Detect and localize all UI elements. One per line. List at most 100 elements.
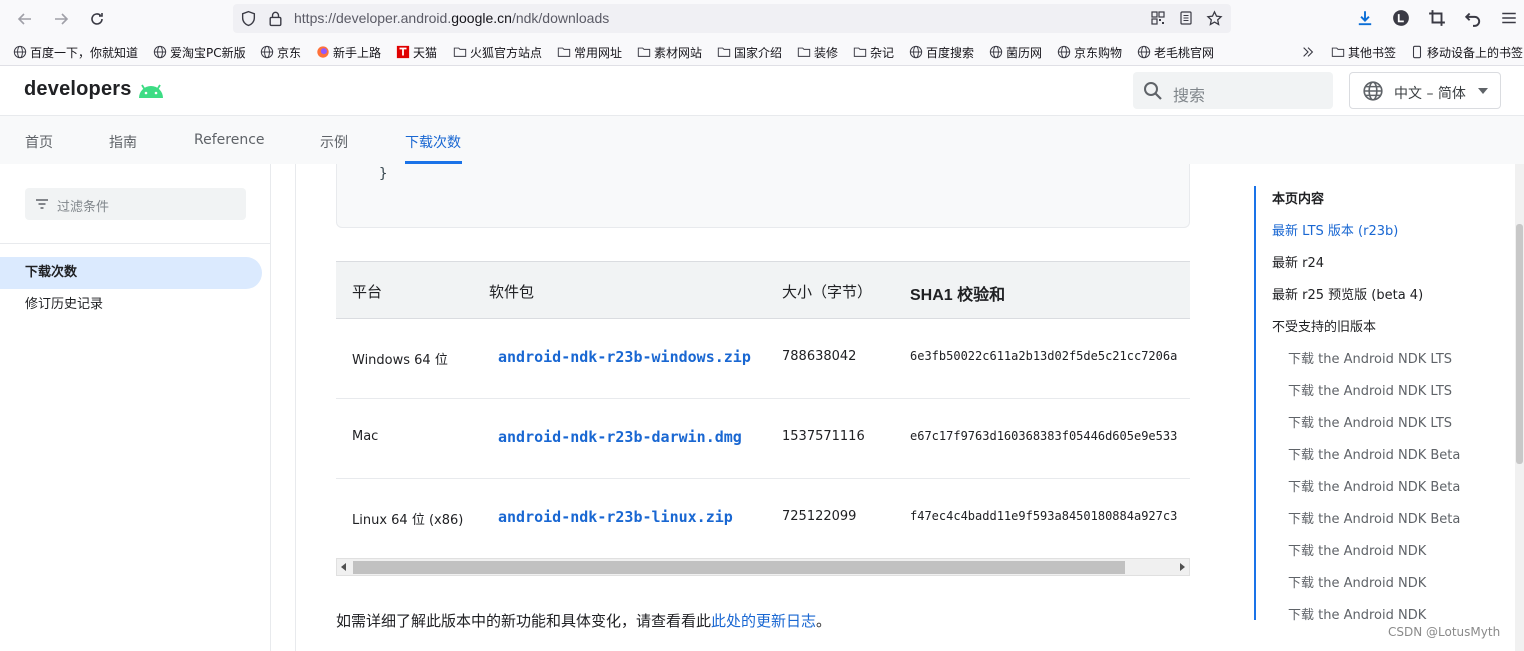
bookmark-label: 杂记 [870,45,895,60]
bookmark-item[interactable]: 京东购物 [1057,43,1122,61]
bookmark-item[interactable]: 新手上路 [316,43,381,61]
account-button[interactable] [1391,8,1411,28]
filter-input[interactable]: 过滤条件 [25,188,246,220]
url-bar[interactable]: https://developer.android.google.cn/ndk/… [233,4,1231,33]
bookmark-item[interactable]: 百度一下，你就知道 [13,43,138,61]
folder-icon [557,47,571,57]
toc-item[interactable]: 最新 r25 预览版 (beta 4) [1272,284,1423,303]
nav-item-revision-history[interactable]: 修订历史记录 [0,289,262,321]
qr-code-icon[interactable] [1150,10,1167,27]
developers-logo[interactable]: developers [24,78,166,101]
mobile-bookmarks-folder[interactable]: 移动设备上的书签 [1410,43,1523,61]
folder-icon [797,47,811,57]
undo-icon [1464,12,1481,27]
shield-icon[interactable] [240,10,257,27]
tab-home[interactable]: 首页 [25,132,53,152]
toc-subitem[interactable]: 下载 the Android NDK LTS [1288,380,1452,399]
download-link-mac[interactable]: android-ndk-r23b-darwin.dmg [498,428,742,446]
search-box[interactable]: 搜索 [1133,72,1333,109]
url-domain: google.cn [451,10,512,26]
url-text[interactable]: https://developer.android.google.cn/ndk/… [294,10,609,26]
bookmark-item[interactable]: 爱淘宝PC新版 [153,43,246,61]
bookmark-label: 老毛桃官网 [1154,45,1215,60]
bookmark-item[interactable]: 京东 [260,43,301,61]
bookmark-folder[interactable]: 杂记 [853,43,894,61]
bookmarks-overflow-button[interactable] [1301,43,1318,61]
bookmark-item[interactable]: 老毛桃官网 [1137,43,1214,61]
globe-icon [989,45,1003,59]
toc-subitem[interactable]: 下载 the Android NDK LTS [1288,348,1452,367]
folder-icon [1331,47,1345,57]
hamburger-icon [1502,12,1516,24]
crop-button[interactable] [1427,8,1447,28]
folder-icon [853,47,867,57]
other-bookmarks-folder[interactable]: 其他书签 [1331,43,1396,61]
toc-subitem[interactable]: 下载 the Android NDK Beta [1288,476,1460,495]
toc-subitem[interactable]: 下载 the Android NDK [1288,572,1426,591]
bookmarks-bar: 百度一下，你就知道 爱淘宝PC新版 京东 新手上路 天猫 火狐官方站点 常用网址… [0,37,1524,66]
nav-item-downloads[interactable]: 下载次数 [0,257,262,289]
bookmark-item[interactable]: 天猫 [396,43,437,61]
toc-subitem[interactable]: 下载 the Android NDK [1288,604,1426,623]
globe-icon [1057,45,1071,59]
firefox-icon [317,46,329,58]
crop-icon [1429,10,1445,26]
scroll-right-icon[interactable] [1177,562,1187,572]
tab-downloads[interactable]: 下载次数 [405,132,461,152]
toc-item[interactable]: 最新 LTS 版本 (r23b) [1272,220,1398,239]
main-content: } 平台 软件包 大小（字节） SHA1 校验和 Windows 64 位 an… [295,164,1230,651]
changelog-link[interactable]: 此处的更新日志 [711,612,816,630]
cell-platform: Mac [352,429,379,444]
bookmark-star-icon[interactable] [1206,10,1223,27]
bookmark-folder[interactable]: 素材网站 [637,43,702,61]
bookmark-item[interactable]: 百度搜索 [909,43,974,61]
download-link-linux[interactable]: android-ndk-r23b-linux.zip [498,508,733,526]
cell-sha1: f47ec4c4badd11e9f593a8450180884a927c3 [910,509,1178,523]
bookmark-item[interactable]: 菌历网 [989,43,1042,61]
toc-item[interactable]: 最新 r24 [1272,252,1324,271]
scroll-left-icon[interactable] [339,562,349,572]
tab-reference[interactable]: Reference [194,132,265,148]
bookmark-folder[interactable]: 火狐官方站点 [453,43,542,61]
toc-subitem[interactable]: 下载 the Android NDK Beta [1288,444,1460,463]
tab-samples[interactable]: 示例 [320,132,348,152]
bookmark-folder[interactable]: 装修 [797,43,838,61]
bookmark-label: 天猫 [413,45,438,60]
toc-subitem[interactable]: 下载 the Android NDK LTS [1288,412,1452,431]
language-selector[interactable]: 中文 – 简体 [1349,72,1501,109]
cell-sha1: e67c17f9763d160368383f05446d605e9e533 [910,429,1178,443]
reload-button[interactable] [86,8,108,30]
reader-view-icon[interactable] [1178,10,1195,27]
menu-button[interactable] [1499,8,1519,28]
table-row: Mac android-ndk-r23b-darwin.dmg 15375711… [336,399,1190,479]
forward-button[interactable] [50,8,72,30]
release-notes-paragraph: 如需详细了解此版本中的新功能和具体变化，请查看看此此处的更新日志。 [336,610,831,631]
cell-platform: Windows 64 位 [352,353,448,368]
lock-icon[interactable] [267,10,284,27]
undo-button[interactable] [1463,8,1483,28]
bookmark-folder[interactable]: 常用网址 [557,43,622,61]
bookmark-label: 常用网址 [574,45,623,60]
toc-subitem[interactable]: 下载 the Android NDK [1288,540,1426,559]
toc-subitem[interactable]: 下载 the Android NDK Beta [1288,508,1460,527]
downloads-button[interactable] [1355,8,1375,28]
column-header-platform: 平台 [352,283,383,301]
tab-guides[interactable]: 指南 [109,132,137,152]
back-button[interactable] [14,8,36,30]
table-horizontal-scrollbar[interactable] [336,558,1190,576]
download-link-windows[interactable]: android-ndk-r23b-windows.zip [498,348,751,366]
code-block: } [336,164,1190,228]
toc-item[interactable]: 不受支持的旧版本 [1272,316,1376,335]
column-header-package: 软件包 [489,283,535,301]
search-placeholder: 搜索 [1173,86,1206,105]
page-vertical-scrollbar[interactable] [1515,164,1524,651]
note-end: 。 [816,612,832,630]
bookmark-label: 素材网站 [654,45,703,60]
bookmark-label: 京东购物 [1074,45,1123,60]
scrollbar-thumb[interactable] [353,561,1125,574]
bookmark-folder[interactable]: 国家介绍 [717,43,782,61]
page-scrollbar-thumb[interactable] [1516,224,1523,464]
bookmark-label: 国家介绍 [734,45,783,60]
url-path: /ndk/downloads [511,10,610,26]
globe-icon [13,45,27,59]
